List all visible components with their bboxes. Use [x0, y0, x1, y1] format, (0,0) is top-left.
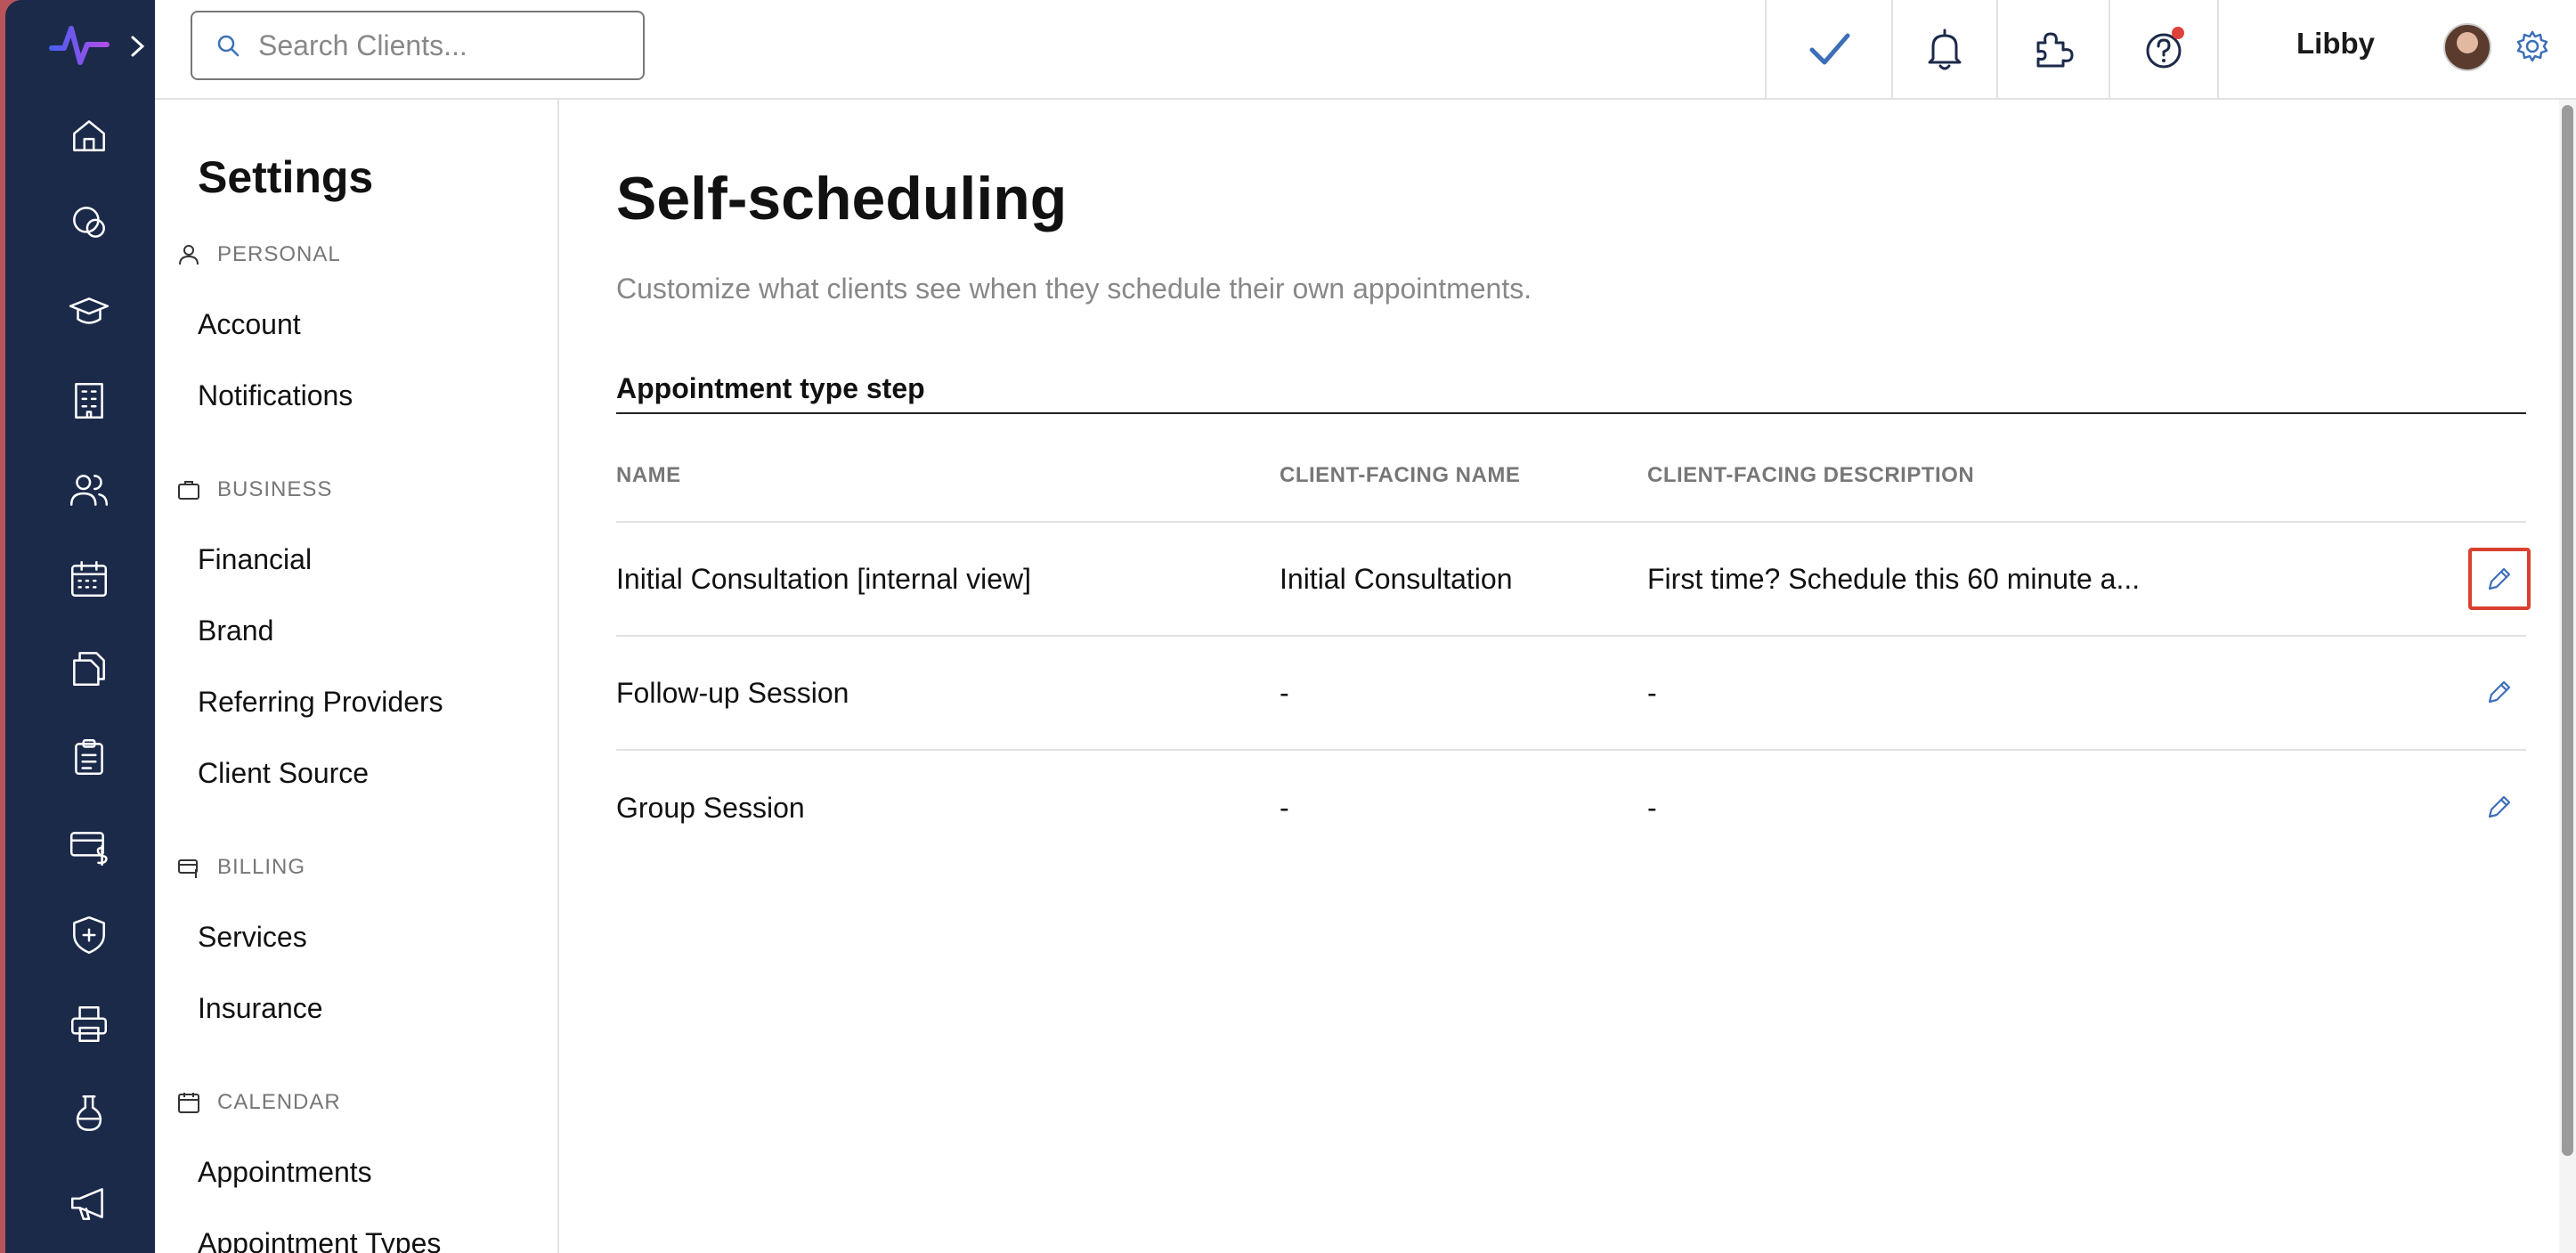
home-icon[interactable] — [64, 110, 114, 160]
column-header-name: NAME — [616, 463, 681, 487]
edit-button[interactable] — [2468, 776, 2531, 838]
page-title: Self-scheduling — [616, 165, 1068, 232]
nav-item-appointment-types[interactable]: Appointment Types — [198, 1227, 441, 1253]
billing-icon[interactable] — [64, 821, 114, 871]
scrollbar-thumb[interactable] — [2562, 105, 2573, 1156]
section-personal: PERSONAL — [176, 242, 341, 267]
row-name: Follow-up Session — [616, 677, 849, 709]
section-billing: BILLING — [176, 855, 305, 880]
graduation-cap-icon[interactable] — [64, 287, 114, 337]
help-icon — [2146, 27, 2184, 69]
edit-button[interactable] — [2468, 548, 2531, 610]
section-calendar: CALENDAR — [176, 1090, 341, 1115]
nav-item-insurance[interactable]: Insurance — [198, 992, 323, 1025]
bell-icon — [1928, 28, 1962, 70]
user-name[interactable]: Libby — [2296, 27, 2375, 61]
edit-button[interactable] — [2468, 661, 2531, 723]
expand-rail-icon[interactable] — [125, 28, 151, 64]
chat-icon[interactable] — [64, 198, 114, 248]
pencil-icon — [2488, 567, 2511, 590]
nav-item-brand[interactable]: Brand — [198, 614, 273, 647]
nav-item-account[interactable]: Account — [198, 308, 301, 341]
scrollbar[interactable] — [2559, 100, 2576, 1253]
nav-item-notifications[interactable]: Notifications — [198, 379, 353, 412]
search-input[interactable] — [258, 28, 632, 62]
main-content: Self-scheduling Customize what clients s… — [559, 100, 2576, 1253]
checkmark-icon — [1809, 33, 1850, 65]
printer-icon[interactable] — [64, 999, 114, 1049]
building-icon[interactable] — [64, 376, 114, 426]
row-divider — [616, 635, 2526, 637]
billing-icon — [178, 859, 198, 878]
clipboard-icon[interactable] — [64, 732, 114, 782]
app-rail — [5, 0, 155, 1253]
megaphone-icon[interactable] — [64, 1177, 114, 1227]
section-label: CALENDAR — [217, 1090, 341, 1114]
integrations-button[interactable] — [1996, 0, 2109, 98]
nav-item-appointments[interactable]: Appointments — [198, 1156, 372, 1189]
row-client-description: First time? Schedule this 60 minute a... — [1647, 563, 2141, 595]
section-label: BUSINESS — [217, 477, 333, 501]
section-divider — [616, 412, 2526, 414]
people-icon[interactable] — [64, 465, 114, 515]
search-icon — [217, 35, 240, 57]
logo-icon[interactable] — [48, 21, 110, 69]
settings-title: Settings — [198, 152, 374, 202]
section-label: BILLING — [217, 855, 306, 879]
row-divider — [616, 749, 2526, 751]
row-client-name: - — [1280, 792, 1289, 824]
search-box[interactable] — [191, 11, 645, 80]
column-header-client-facing-name: CLIENT-FACING NAME — [1280, 463, 1521, 487]
tasks-button[interactable] — [1765, 0, 1891, 98]
top-bar: Libby — [155, 0, 2576, 100]
avatar[interactable] — [2443, 23, 2491, 71]
gear-icon[interactable] — [2515, 28, 2550, 64]
row-client-name: - — [1280, 677, 1289, 709]
settings-sidebar: Settings PERSONAL Account Notifications … — [155, 100, 559, 1253]
shield-icon[interactable] — [64, 910, 114, 960]
row-name: Group Session — [616, 792, 805, 824]
page-subtitle: Customize what clients see when they sch… — [616, 273, 1532, 305]
nav-item-referring-providers[interactable]: Referring Providers — [198, 686, 443, 719]
row-client-description: - — [1647, 792, 1657, 824]
briefcase-icon — [178, 481, 199, 500]
section-business: BUSINESS — [176, 477, 332, 502]
row-client-description: - — [1647, 677, 1657, 709]
section-label: PERSONAL — [217, 242, 341, 266]
section-title: Appointment type step — [616, 372, 925, 404]
documents-icon[interactable] — [64, 643, 114, 693]
row-client-name: Initial Consultation — [1280, 563, 1513, 595]
pencil-icon — [2488, 795, 2511, 818]
calendar-icon — [178, 1093, 199, 1113]
nav-item-services[interactable]: Services — [198, 921, 307, 954]
calendar-icon[interactable] — [64, 554, 114, 604]
column-header-client-facing-description: CLIENT-FACING DESCRIPTION — [1647, 463, 1975, 487]
row-divider — [616, 521, 2526, 523]
row-name: Initial Consultation [internal view] — [616, 563, 1032, 595]
person-icon — [179, 245, 199, 265]
pencil-icon — [2488, 680, 2511, 704]
puzzle-piece-icon — [2036, 32, 2074, 68]
flask-icon[interactable] — [64, 1088, 114, 1138]
nav-item-financial[interactable]: Financial — [198, 543, 312, 576]
nav-item-client-source[interactable]: Client Source — [198, 757, 369, 790]
notifications-button[interactable] — [1891, 0, 1996, 98]
help-button[interactable] — [2109, 0, 2217, 98]
